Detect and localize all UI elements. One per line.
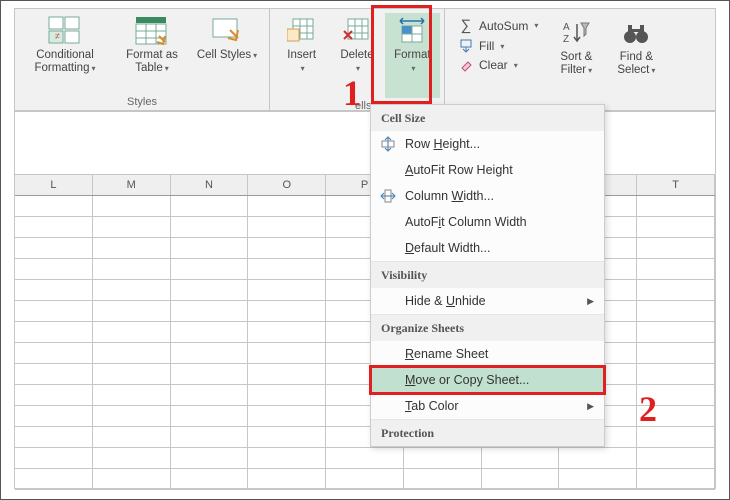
dropdown-caret-icon: ▾ bbox=[91, 64, 95, 73]
ribbon: ≠ Conditional Formatting▾ Format as Tabl… bbox=[14, 8, 716, 111]
menu-item-autofit-column-width[interactable]: AutoFit Column Width bbox=[371, 209, 604, 235]
column-width-icon bbox=[379, 188, 397, 204]
menu-item-label: AutoFit Column Width bbox=[405, 215, 527, 229]
cell-styles-button[interactable]: Cell Styles▾ bbox=[193, 13, 261, 98]
insert-label: Insert bbox=[287, 49, 316, 61]
sort-filter-button[interactable]: AZ Sort & Filter▾ bbox=[546, 15, 606, 100]
format-as-table-button[interactable]: Format as Table▾ bbox=[111, 13, 193, 98]
dropdown-caret-icon: ▾ bbox=[514, 61, 518, 70]
menu-item-label: Column Width... bbox=[405, 189, 494, 203]
menu-header-cell-size: Cell Size bbox=[371, 105, 604, 131]
fill-label: Fill bbox=[479, 39, 494, 53]
dropdown-caret-icon: ▾ bbox=[500, 42, 504, 51]
row-height-icon bbox=[379, 136, 397, 152]
col-header[interactable]: L bbox=[15, 175, 93, 195]
menu-item-label: Default Width... bbox=[405, 241, 490, 255]
group-label-styles: Styles bbox=[15, 96, 269, 108]
menu-item-label: Move or Copy Sheet... bbox=[405, 373, 529, 387]
cell-styles-label: Cell Styles bbox=[197, 49, 251, 61]
app-window: ≠ Conditional Formatting▾ Format as Tabl… bbox=[0, 0, 730, 500]
menu-item-default-width[interactable]: Default Width... bbox=[371, 235, 604, 261]
conditional-formatting-button[interactable]: ≠ Conditional Formatting▾ bbox=[19, 13, 111, 98]
menu-item-label: Hide & Unhide bbox=[405, 294, 486, 308]
svg-text:≠: ≠ bbox=[55, 31, 60, 41]
dropdown-caret-icon: ▾ bbox=[301, 64, 305, 73]
col-header[interactable]: N bbox=[171, 175, 249, 195]
menu-item-label: AutoFit Row Height bbox=[405, 163, 513, 177]
delete-button[interactable]: Delete ▾ bbox=[329, 13, 384, 98]
menu-item-label: Row Height... bbox=[405, 137, 480, 151]
menu-header-organize: Organize Sheets bbox=[371, 314, 604, 341]
col-header[interactable]: T bbox=[637, 175, 715, 195]
dropdown-caret-icon: ▾ bbox=[356, 64, 360, 73]
svg-text:A: A bbox=[563, 22, 570, 33]
autosum-button[interactable]: ∑ AutoSum ▾ bbox=[457, 17, 538, 34]
format-label: Format bbox=[394, 49, 430, 61]
menu-item-label: Tab Color bbox=[405, 399, 459, 413]
col-header[interactable]: O bbox=[248, 175, 326, 195]
menu-item-row-height[interactable]: Row Height... bbox=[371, 131, 604, 157]
dropdown-caret-icon: ▾ bbox=[253, 51, 257, 60]
dropdown-caret-icon: ▾ bbox=[588, 66, 592, 75]
fill-down-icon bbox=[457, 39, 475, 53]
grid-rows[interactable] bbox=[15, 196, 715, 488]
insert-icon bbox=[284, 15, 320, 47]
menu-item-tab-color[interactable]: Tab Color ▶ bbox=[371, 393, 604, 419]
dropdown-caret-icon: ▾ bbox=[651, 66, 655, 75]
find-select-label: Find & Select bbox=[617, 51, 653, 76]
format-as-table-label: Format as Table bbox=[126, 49, 178, 74]
clear-label: Clear bbox=[479, 58, 508, 72]
submenu-arrow-icon: ▶ bbox=[587, 401, 594, 412]
conditional-formatting-label: Conditional Formatting bbox=[35, 49, 94, 74]
menu-header-protection: Protection bbox=[371, 419, 604, 446]
binoculars-icon bbox=[618, 17, 654, 49]
delete-icon bbox=[339, 15, 375, 47]
sort-filter-icon: AZ bbox=[558, 17, 594, 49]
format-as-table-icon bbox=[134, 15, 170, 47]
group-editing: ∑ AutoSum ▾ Fill ▾ Clear ▾ bbox=[445, 9, 715, 110]
dropdown-caret-icon: ▾ bbox=[411, 64, 415, 73]
insert-button[interactable]: Insert ▾ bbox=[274, 13, 329, 98]
svg-text:Z: Z bbox=[563, 34, 569, 45]
worksheet: L M N O P T bbox=[14, 111, 716, 489]
format-button[interactable]: Format ▾ bbox=[385, 13, 440, 98]
menu-item-hide-unhide[interactable]: Hide & Unhide ▶ bbox=[371, 288, 604, 314]
dropdown-caret-icon: ▾ bbox=[165, 64, 169, 73]
conditional-formatting-icon: ≠ bbox=[47, 15, 83, 47]
fill-button[interactable]: Fill ▾ bbox=[457, 39, 538, 53]
eraser-icon bbox=[457, 58, 475, 72]
menu-item-autofit-row-height[interactable]: AutoFit Row Height bbox=[371, 157, 604, 183]
delete-label: Delete bbox=[340, 49, 373, 61]
menu-item-rename-sheet[interactable]: Rename Sheet bbox=[371, 341, 604, 367]
cell-styles-icon bbox=[209, 15, 245, 47]
format-icon bbox=[394, 15, 430, 47]
autosum-label: AutoSum bbox=[479, 19, 528, 33]
dropdown-caret-icon: ▾ bbox=[534, 21, 538, 30]
sigma-icon: ∑ bbox=[457, 17, 475, 34]
menu-item-label: Rename Sheet bbox=[405, 347, 488, 361]
group-cells: Insert ▾ Delete ▾ Format ▾ bbox=[270, 9, 445, 110]
col-header[interactable]: M bbox=[93, 175, 171, 195]
menu-header-visibility: Visibility bbox=[371, 261, 604, 288]
group-styles: ≠ Conditional Formatting▾ Format as Tabl… bbox=[15, 9, 270, 110]
column-headers: L M N O P T bbox=[15, 174, 715, 196]
menu-item-move-or-copy-sheet[interactable]: Move or Copy Sheet... bbox=[371, 367, 604, 393]
submenu-arrow-icon: ▶ bbox=[587, 296, 594, 307]
menu-item-column-width[interactable]: Column Width... bbox=[371, 183, 604, 209]
find-select-button[interactable]: Find & Select▾ bbox=[606, 15, 666, 100]
format-dropdown-menu: Cell Size Row Height... AutoFit Row Heig… bbox=[370, 104, 605, 447]
clear-button[interactable]: Clear ▾ bbox=[457, 58, 538, 72]
